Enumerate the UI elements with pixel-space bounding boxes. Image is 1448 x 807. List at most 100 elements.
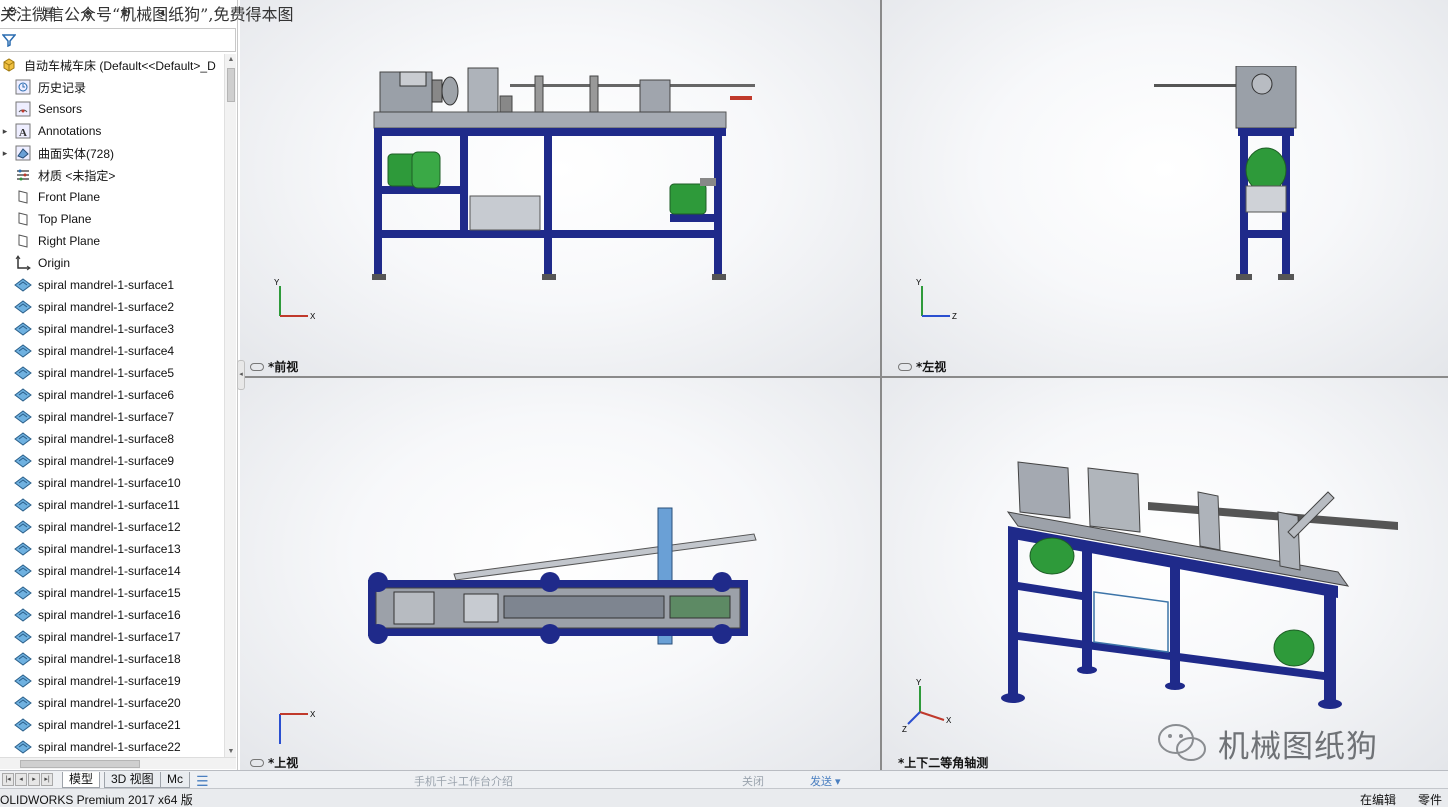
tree-item[interactable]: spiral mandrel-1-surface17 [0, 626, 224, 648]
tree-item[interactable]: spiral mandrel-1-surface2 [0, 296, 224, 318]
viewport-splitter-vertical[interactable] [880, 0, 882, 770]
tree-item[interactable]: spiral mandrel-1-surface1 [0, 274, 224, 296]
tree-item-label: spiral mandrel-1-surface16 [38, 608, 181, 622]
tree-item-label: 材质 <未指定> [38, 168, 116, 183]
dimxpert-tab-icon[interactable]: ⊕ [118, 4, 134, 20]
status-bar: OLIDWORKS Premium 2017 x64 版 在编辑 零件 [0, 788, 1448, 807]
tab-scroll-buttons: |◂ ◂ ▸ ▸| [2, 773, 53, 786]
tree-item[interactable]: Right Plane [0, 230, 224, 252]
tree-item[interactable]: spiral mandrel-1-surface7 [0, 406, 224, 428]
viewport-isometric[interactable]: Y X Z *上下二等角轴测 [882, 378, 1448, 770]
viewport-splitter-horizontal[interactable] [240, 376, 1448, 378]
surface-icon [14, 475, 32, 491]
tree-item-label: spiral mandrel-1-surface9 [38, 454, 175, 468]
next-tab-icon[interactable]: ▸ [28, 773, 40, 786]
axis-triad-top-icon: X [279, 710, 316, 744]
featuremanager-tab-icon[interactable]: ⚙ [4, 4, 20, 20]
tree-item-label: spiral mandrel-1-surface12 [38, 520, 181, 534]
tree-item-label: spiral mandrel-1-surface22 [38, 740, 181, 754]
tree-item-label: spiral mandrel-1-surface19 [38, 674, 181, 688]
tree-item[interactable]: spiral mandrel-1-surface11 [0, 494, 224, 516]
tree-item[interactable]: Front Plane [0, 186, 224, 208]
tree-item[interactable]: spiral mandrel-1-surface10 [0, 472, 224, 494]
tree-item-label: spiral mandrel-1-surface11 [38, 498, 180, 512]
lathe-isometric-view [998, 452, 1408, 712]
viewport-left[interactable]: Y Z *左视 [882, 0, 1448, 376]
axis-triad-iso-icon: Y X Z [902, 678, 952, 734]
tree-vertical-scrollbar[interactable]: ▲ ▼ [224, 54, 236, 758]
tree-item-label: spiral mandrel-1-surface17 [38, 630, 181, 644]
viewport-front[interactable]: Y X *前视 [240, 0, 880, 376]
first-tab-icon[interactable]: |◂ [2, 773, 14, 786]
tree-item[interactable]: spiral mandrel-1-surface13 [0, 538, 224, 560]
tree-item[interactable]: Sensors [0, 98, 224, 120]
expander-icon[interactable]: ▸ [0, 126, 10, 137]
tree-item-label: spiral mandrel-1-surface14 [38, 564, 181, 578]
tree-item[interactable]: spiral mandrel-1-surface3 [0, 318, 224, 340]
propertymanager-tab-icon[interactable]: ▤ [42, 4, 58, 20]
viewport-top[interactable]: X *上视 [240, 378, 880, 770]
tree-item[interactable]: spiral mandrel-1-surface9 [0, 450, 224, 472]
material-icon [14, 167, 32, 183]
lathe-front-view [370, 66, 760, 290]
link-views-icon[interactable] [250, 362, 264, 371]
top-view-title: *上视 [268, 756, 299, 770]
tree-item[interactable]: spiral mandrel-1-surface5 [0, 362, 224, 384]
tree-item[interactable]: spiral mandrel-1-surface16 [0, 604, 224, 626]
tree-item[interactable]: spiral mandrel-1-surface20 [0, 692, 224, 714]
tab-3d-view[interactable]: 3D 视图 [104, 772, 161, 788]
left-view-title: *左视 [916, 360, 947, 374]
tree-item[interactable]: spiral mandrel-1-surface19 [0, 670, 224, 692]
tree-item[interactable]: ▸ A Annotations [0, 120, 224, 142]
tree-item[interactable]: spiral mandrel-1-surface8 [0, 428, 224, 450]
tree-item[interactable]: 历史记录 [0, 76, 224, 98]
surface-icon [14, 541, 32, 557]
surface-icon [14, 497, 32, 513]
tree-item[interactable]: ▸ 曲面实体(728) [0, 142, 224, 164]
brand-watermark: 机械图纸狗 [1156, 718, 1378, 768]
tree-item-label: Origin [38, 256, 71, 270]
filter-icon[interactable] [2, 33, 16, 47]
axis-y-label: Y [916, 278, 922, 287]
filter-bar[interactable] [0, 28, 236, 52]
tree-item[interactable]: spiral mandrel-1-surface12 [0, 516, 224, 538]
link-views-icon[interactable] [250, 758, 264, 767]
tree-horizontal-scrollbar[interactable] [0, 757, 236, 769]
tree-item[interactable]: Top Plane [0, 208, 224, 230]
tree-item[interactable]: spiral mandrel-1-surface4 [0, 340, 224, 362]
lathe-top-view [364, 500, 764, 650]
last-tab-icon[interactable]: ▸| [41, 773, 53, 786]
scroll-up-icon[interactable]: ▲ [225, 54, 237, 66]
tree-item[interactable]: spiral mandrel-1-surface21 [0, 714, 224, 736]
surface-icon [14, 629, 32, 645]
viewport-left-label: *左视 [898, 358, 946, 375]
origin-icon [14, 255, 32, 271]
configurationmanager-tab-icon[interactable]: ◈ [80, 4, 96, 20]
panel-collapse-handle[interactable]: ◂ [237, 360, 245, 390]
tab-motion-study[interactable]: Mc [160, 772, 190, 788]
panel-tabs: ⚙ ▤ ◈ ⊕ ◐ [4, 4, 194, 22]
part-icon [0, 57, 18, 73]
display-manager-tab-icon[interactable]: ◐ [156, 4, 172, 20]
tree-item-label: spiral mandrel-1-surface10 [38, 476, 181, 490]
hscroll-thumb[interactable] [20, 760, 140, 768]
tree-item-label: spiral mandrel-1-surface4 [38, 344, 175, 358]
history-icon [14, 79, 32, 95]
tree-item-label: spiral mandrel-1-surface13 [38, 542, 181, 556]
tree-item[interactable]: 材质 <未指定> [0, 164, 224, 186]
expander-icon[interactable]: ▸ [0, 148, 10, 159]
tree-item[interactable]: spiral mandrel-1-surface14 [0, 560, 224, 582]
tree-root[interactable]: 自动车械车床 (Default<<Default>_D [0, 54, 224, 76]
tree-item[interactable]: spiral mandrel-1-surface6 [0, 384, 224, 406]
link-views-icon[interactable] [898, 362, 912, 371]
tab-model[interactable]: 模型 [62, 772, 101, 788]
tree-item[interactable]: spiral mandrel-1-surface22 [0, 736, 224, 758]
prev-tab-icon[interactable]: ◂ [15, 773, 27, 786]
ghost-close-button: 关闭 [742, 776, 764, 788]
axis-y-label: Y [916, 678, 922, 687]
tree-item[interactable]: spiral mandrel-1-surface18 [0, 648, 224, 670]
tree-item[interactable]: Origin [0, 252, 224, 274]
scroll-thumb[interactable] [227, 68, 235, 102]
tree-item[interactable]: spiral mandrel-1-surface15 [0, 582, 224, 604]
surface-icon [14, 651, 32, 667]
